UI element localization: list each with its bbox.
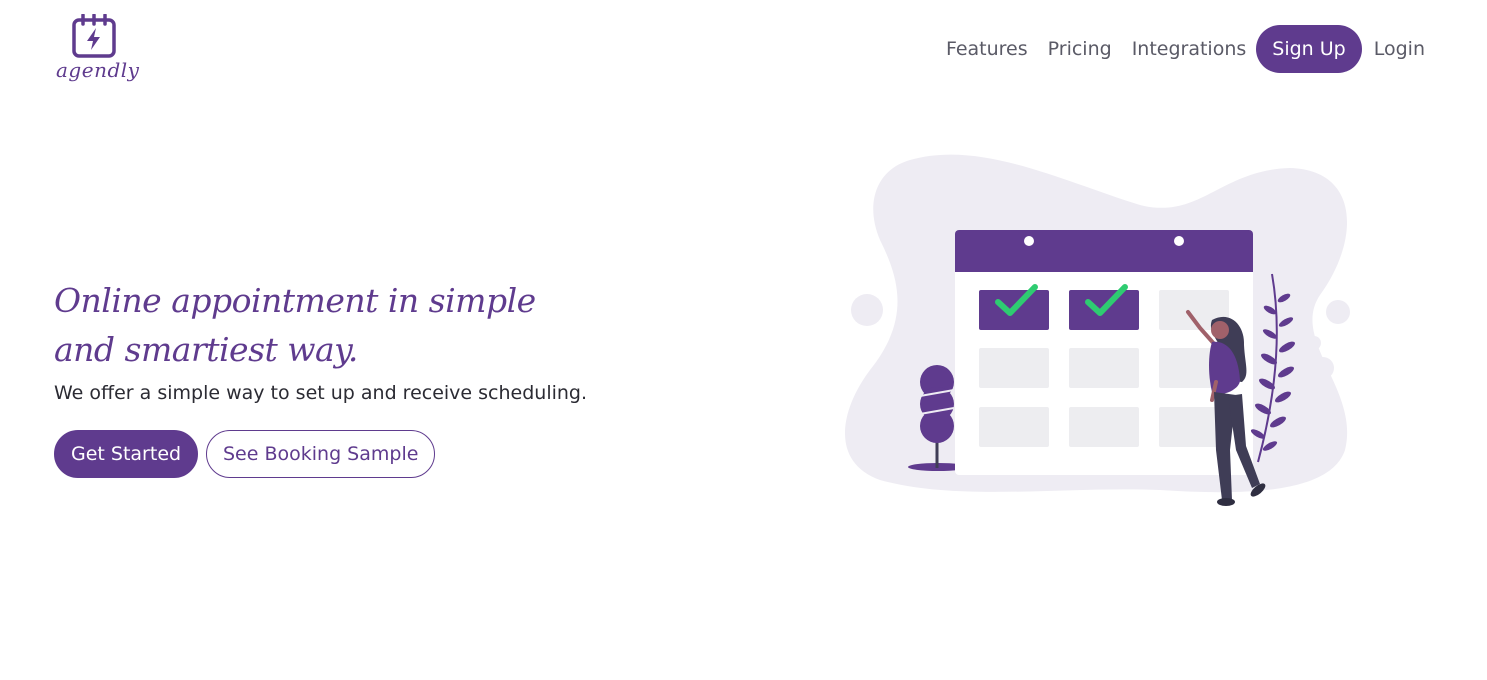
woman-checking-calendar-illustration [845,154,1350,506]
sign-up-button[interactable]: Sign Up [1256,25,1362,73]
nav-link-pricing[interactable]: Pricing [1038,38,1122,60]
decor-circle [1307,336,1321,350]
decor-circle [1326,300,1350,324]
calendar-cell [1069,407,1139,447]
hero-title-line-1: Online appointment in simple [54,281,536,320]
hero-title-line-2: and smartiest way. [54,330,358,369]
landing-page: agendly Features Pricing Integrations Si… [0,0,1487,680]
nav-link-integrations[interactable]: Integrations [1122,38,1257,60]
decor-circle [851,294,883,326]
calendar-cell [979,407,1049,447]
hero-subtitle: We offer a simple way to set up and rece… [54,382,588,404]
decor-circle [1312,357,1334,379]
main-nav: Features Pricing Integrations Sign Up Lo… [936,24,1435,74]
calendar-cell [979,348,1049,388]
see-booking-sample-button[interactable]: See Booking Sample [206,430,436,478]
logo-text: agendly [56,58,140,82]
calendar-cell [1069,348,1139,388]
nav-link-features[interactable]: Features [936,38,1038,60]
get-started-button[interactable]: Get Started [54,430,199,478]
hero-title: Online appointment in simple and smartie… [54,276,614,374]
calendar-lightning-icon [72,14,116,58]
login-link[interactable]: Login [1364,38,1435,60]
logo[interactable]: agendly [54,14,140,86]
calendar-board [955,230,1253,475]
